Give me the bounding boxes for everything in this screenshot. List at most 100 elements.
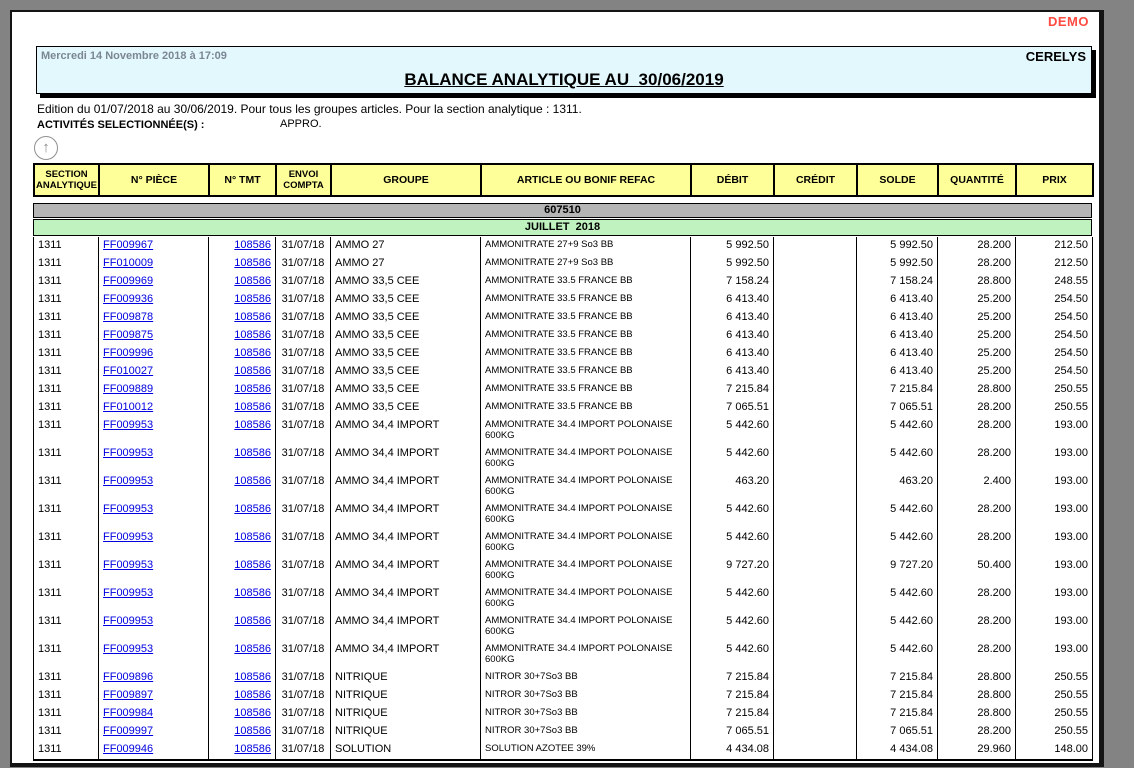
section-cell: 1311 — [34, 529, 99, 557]
tmt-link[interactable]: 108586 — [234, 615, 271, 627]
tmt-link[interactable]: 108586 — [234, 383, 271, 395]
tmt-link[interactable]: 108586 — [234, 689, 271, 701]
prix-cell: 254.50 — [1016, 363, 1093, 381]
piece-link[interactable]: FF009936 — [103, 293, 153, 305]
activities-label: ACTIVITÉS SELECTIONNÉE(S) : — [37, 119, 204, 131]
tmt-link[interactable]: 108586 — [234, 671, 271, 683]
piece-link[interactable]: FF009953 — [103, 503, 153, 515]
piece-link[interactable]: FF009897 — [103, 689, 153, 701]
piece-link[interactable]: FF009997 — [103, 725, 153, 737]
tmt-link-cell: 108586 — [209, 363, 276, 381]
article-cell: NITROR 30+7So3 BB — [481, 669, 691, 687]
piece-link[interactable]: FF009875 — [103, 329, 153, 341]
piece-link-cell: FF009875 — [99, 327, 209, 345]
tmt-link[interactable]: 108586 — [234, 707, 271, 719]
piece-link[interactable]: FF009953 — [103, 615, 153, 627]
quantite-cell: 28.200 — [938, 399, 1016, 417]
tmt-link[interactable]: 108586 — [234, 239, 271, 251]
solde-cell: 9 727.20 — [857, 557, 938, 585]
piece-link[interactable]: FF009953 — [103, 559, 153, 571]
credit-cell — [774, 237, 857, 255]
section-cell: 1311 — [34, 309, 99, 327]
solde-cell: 7 215.84 — [857, 669, 938, 687]
debit-cell: 7 215.84 — [691, 669, 774, 687]
piece-link-cell: FF009997 — [99, 723, 209, 741]
prix-cell: 254.50 — [1016, 345, 1093, 363]
groupe-cell: AMMO 34,4 IMPORT — [331, 501, 481, 529]
piece-link[interactable]: FF009946 — [103, 743, 153, 755]
quantite-cell: 28.200 — [938, 585, 1016, 613]
tmt-link-cell: 108586 — [209, 557, 276, 585]
credit-cell — [774, 273, 857, 291]
piece-link[interactable]: FF010009 — [103, 257, 153, 269]
debit-cell: 6 413.40 — [691, 345, 774, 363]
piece-link[interactable]: FF009969 — [103, 275, 153, 287]
piece-link-cell: FF009996 — [99, 345, 209, 363]
piece-link[interactable]: FF010027 — [103, 365, 153, 377]
piece-link[interactable]: FF009953 — [103, 475, 153, 487]
piece-link[interactable]: FF009889 — [103, 383, 153, 395]
tmt-link-cell: 108586 — [209, 255, 276, 273]
tmt-link[interactable]: 108586 — [234, 401, 271, 413]
tmt-link[interactable]: 108586 — [234, 293, 271, 305]
tmt-link[interactable]: 108586 — [234, 743, 271, 755]
column-header-article: ARTICLE OU BONIF REFAC — [481, 164, 691, 196]
piece-link[interactable]: FF009984 — [103, 707, 153, 719]
tmt-link[interactable]: 108586 — [234, 643, 271, 655]
piece-link-cell: FF009969 — [99, 273, 209, 291]
table-row: 1311FF00987810858631/07/18AMMO 33,5 CEEA… — [34, 309, 1093, 327]
groupe-cell: AMMO 33,5 CEE — [331, 399, 481, 417]
tmt-link[interactable]: 108586 — [234, 275, 271, 287]
piece-link[interactable]: FF009953 — [103, 643, 153, 655]
prix-cell: 212.50 — [1016, 237, 1093, 255]
table-row: 1311FF00995310858631/07/18AMMO 34,4 IMPO… — [34, 417, 1093, 445]
piece-link[interactable]: FF009953 — [103, 531, 153, 543]
piece-link-cell: FF009953 — [99, 501, 209, 529]
tmt-link[interactable]: 108586 — [234, 503, 271, 515]
tmt-link[interactable]: 108586 — [234, 559, 271, 571]
table-row: 1311FF01000910858631/07/18AMMO 27AMMONIT… — [34, 255, 1093, 273]
column-header-debit: DÉBIT — [691, 164, 774, 196]
tmt-link[interactable]: 108586 — [234, 447, 271, 459]
quantite-cell: 28.800 — [938, 687, 1016, 705]
piece-link[interactable]: FF009996 — [103, 347, 153, 359]
scroll-to-top-icon[interactable]: ↑ — [34, 136, 58, 160]
tmt-link[interactable]: 108586 — [234, 365, 271, 377]
tmt-link[interactable]: 108586 — [234, 587, 271, 599]
prix-cell: 193.00 — [1016, 445, 1093, 473]
piece-link[interactable]: FF009878 — [103, 311, 153, 323]
quantite-cell: 50.400 — [938, 557, 1016, 585]
envoi-compta-cell: 31/07/18 — [276, 399, 331, 417]
tmt-link[interactable]: 108586 — [234, 531, 271, 543]
solde-cell: 5 442.60 — [857, 445, 938, 473]
envoi-compta-cell: 31/07/18 — [276, 473, 331, 501]
quantite-cell: 28.200 — [938, 613, 1016, 641]
tmt-link-cell: 108586 — [209, 291, 276, 309]
tmt-link[interactable]: 108586 — [234, 329, 271, 341]
tmt-link[interactable]: 108586 — [234, 475, 271, 487]
tmt-link[interactable]: 108586 — [234, 311, 271, 323]
groupe-cell: AMMO 34,4 IMPORT — [331, 557, 481, 585]
quantite-cell: 28.200 — [938, 445, 1016, 473]
tmt-link[interactable]: 108586 — [234, 257, 271, 269]
section-cell: 1311 — [34, 501, 99, 529]
groupe-cell: AMMO 34,4 IMPORT — [331, 445, 481, 473]
piece-link[interactable]: FF009953 — [103, 447, 153, 459]
tmt-link[interactable]: 108586 — [234, 347, 271, 359]
section-cell: 1311 — [34, 363, 99, 381]
table-row: 1311FF00995310858631/07/18AMMO 34,4 IMPO… — [34, 529, 1093, 557]
piece-link[interactable]: FF009967 — [103, 239, 153, 251]
piece-link[interactable]: FF009953 — [103, 419, 153, 431]
tmt-link[interactable]: 108586 — [234, 725, 271, 737]
column-header-solde: SOLDE — [857, 164, 938, 196]
table-row: 1311FF00994610858631/07/18SOLUTIONSOLUTI… — [34, 741, 1093, 760]
tmt-link[interactable]: 108586 — [234, 419, 271, 431]
piece-link[interactable]: FF010012 — [103, 401, 153, 413]
envoi-compta-cell: 31/07/18 — [276, 417, 331, 445]
piece-link[interactable]: FF009896 — [103, 671, 153, 683]
credit-cell — [774, 327, 857, 345]
piece-link[interactable]: FF009953 — [103, 587, 153, 599]
table-row: 1311FF01002710858631/07/18AMMO 33,5 CEEA… — [34, 363, 1093, 381]
tmt-link-cell: 108586 — [209, 399, 276, 417]
article-cell: AMMONITRATE 33.5 FRANCE BB — [481, 381, 691, 399]
